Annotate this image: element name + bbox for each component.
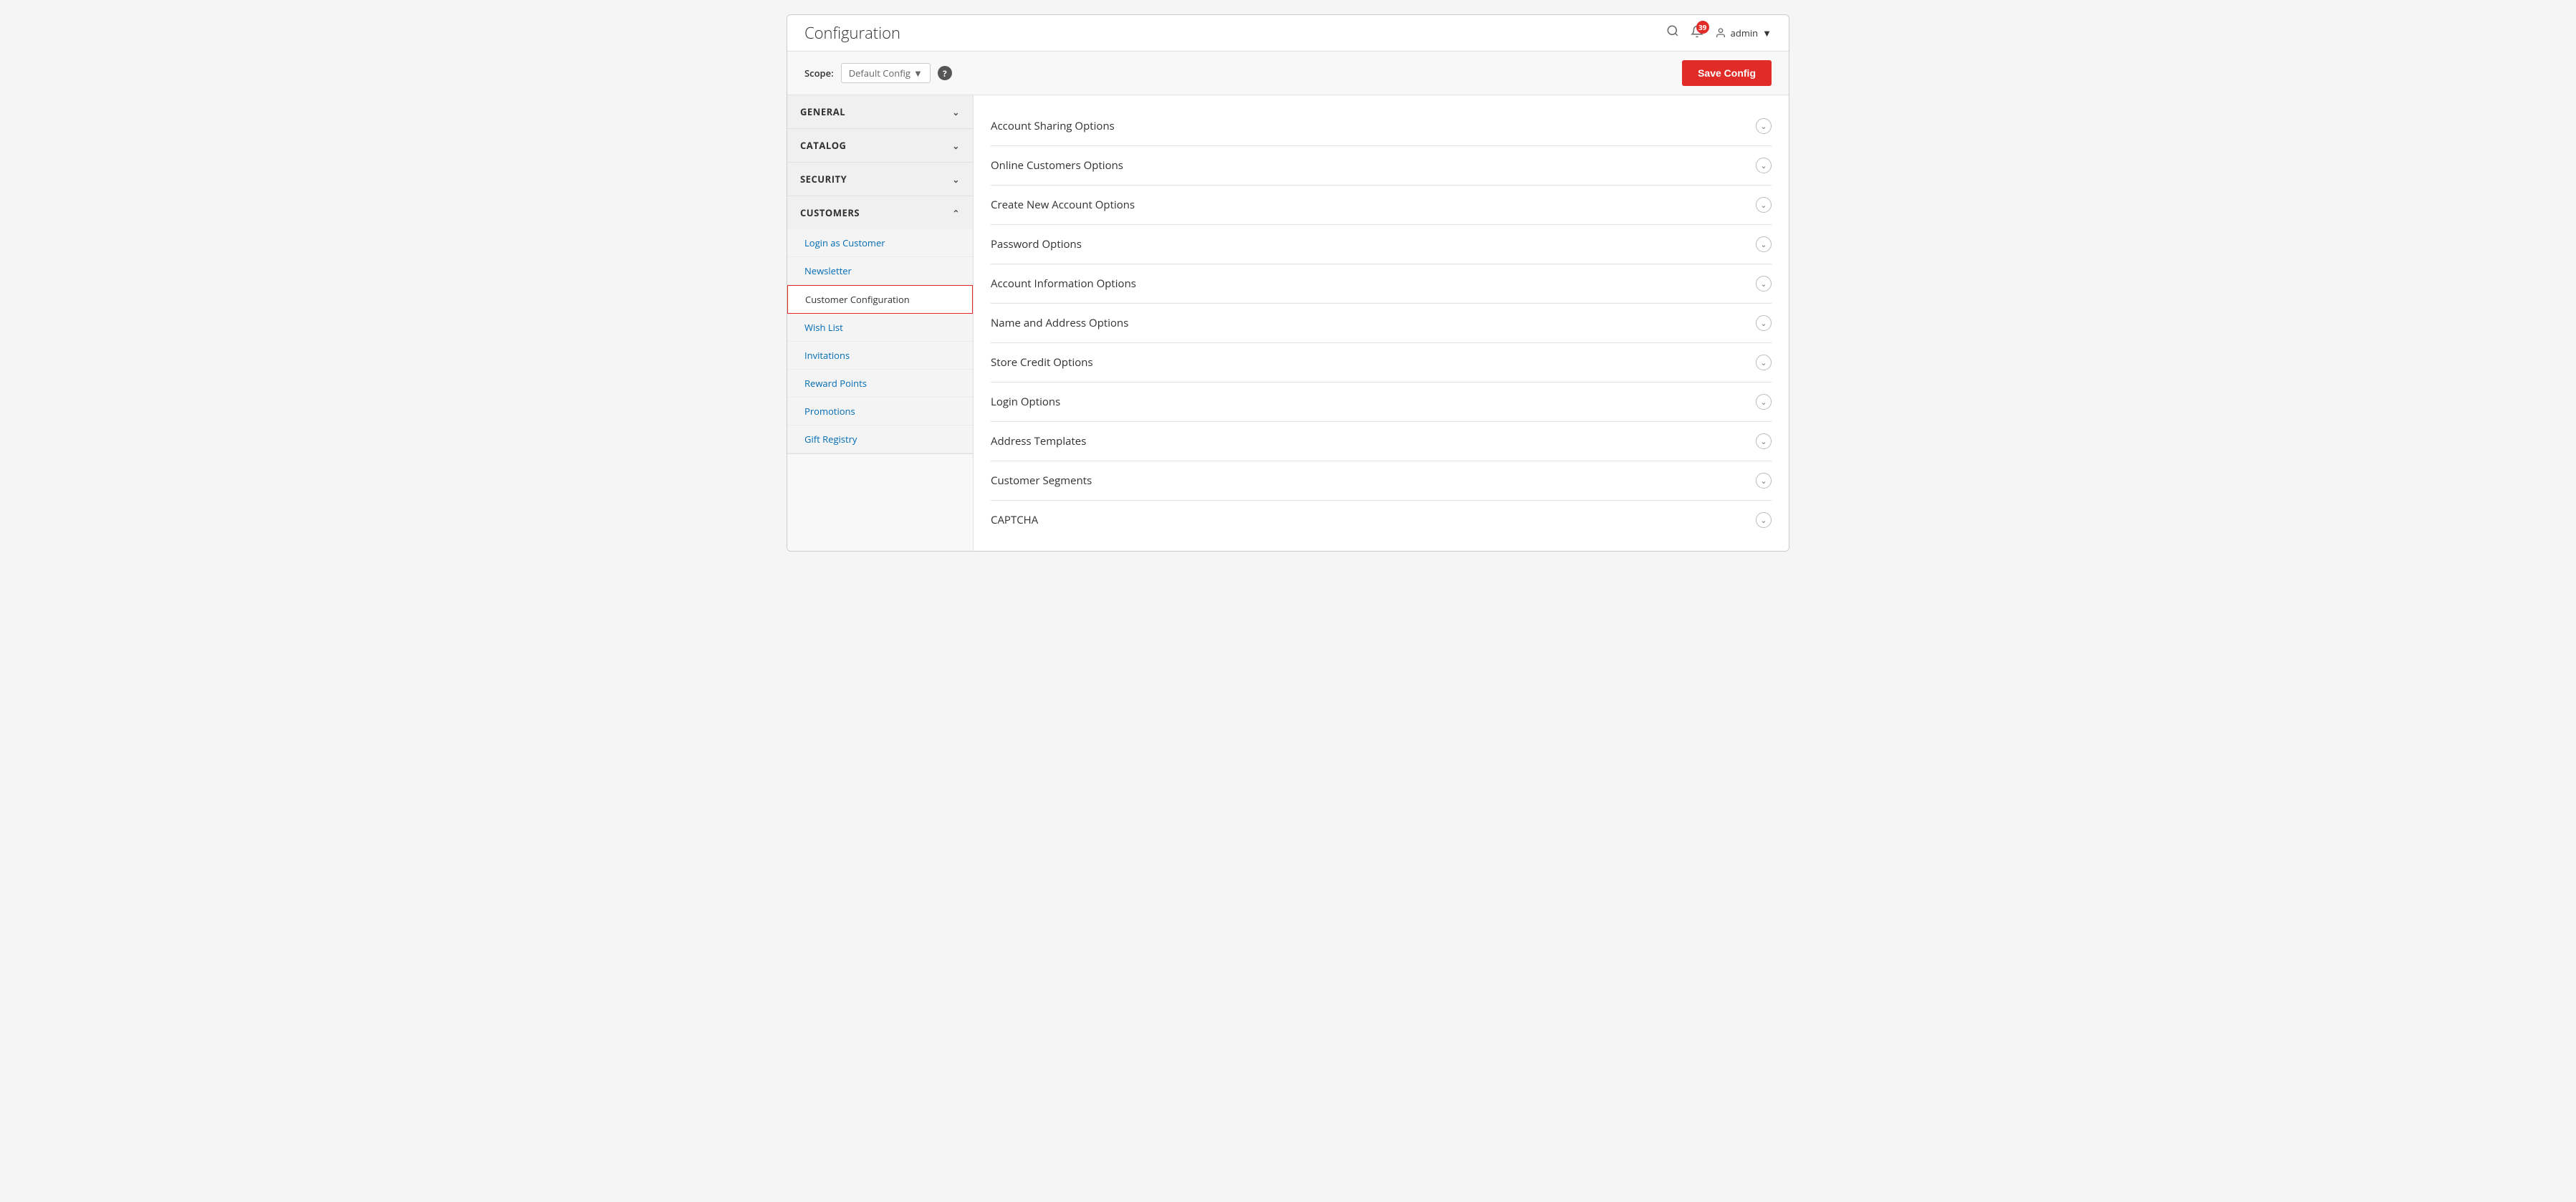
sidebar-item-newsletter[interactable]: Newsletter: [787, 257, 973, 285]
top-bar-actions: 39 admin ▼: [1666, 24, 1772, 42]
config-row-account-sharing[interactable]: Account Sharing Options ⌄: [991, 107, 1772, 146]
sidebar-catalog-label: CATALOG: [800, 139, 847, 152]
sidebar-security-label: SECURITY: [800, 173, 847, 186]
config-title-create-new-account: Create New Account Options: [991, 198, 1135, 212]
config-row-address-templates[interactable]: Address Templates ⌄: [991, 422, 1772, 461]
help-icon[interactable]: ?: [938, 66, 952, 80]
sidebar-item-customer-configuration[interactable]: Customer Configuration: [787, 285, 973, 314]
scope-select[interactable]: Default Config ▼: [841, 63, 931, 83]
sidebar-item-invitations[interactable]: Invitations: [787, 342, 973, 370]
sidebar-item-wish-list[interactable]: Wish List: [787, 314, 973, 342]
sidebar-section-catalog: CATALOG ⌄: [787, 129, 973, 163]
config-row-name-address[interactable]: Name and Address Options ⌄: [991, 304, 1772, 343]
general-chevron-icon: ⌄: [952, 106, 960, 118]
config-row-captcha[interactable]: CAPTCHA ⌄: [991, 501, 1772, 539]
admin-user-menu[interactable]: admin ▼: [1715, 27, 1772, 39]
customers-chevron-icon: ⌃: [952, 207, 960, 219]
sidebar-customers-header[interactable]: CUSTOMERS ⌃: [787, 196, 973, 229]
expand-address-templates-icon[interactable]: ⌄: [1756, 433, 1772, 449]
sidebar-catalog-header[interactable]: CATALOG ⌄: [787, 129, 973, 162]
sidebar-section-general: GENERAL ⌄: [787, 95, 973, 129]
config-row-account-info[interactable]: Account Information Options ⌄: [991, 264, 1772, 304]
config-title-account-info: Account Information Options: [991, 277, 1136, 291]
expand-create-new-account-icon[interactable]: ⌄: [1756, 197, 1772, 213]
config-row-password-options[interactable]: Password Options ⌄: [991, 225, 1772, 264]
sidebar-item-promotions[interactable]: Promotions: [787, 398, 973, 425]
config-title-password-options: Password Options: [991, 237, 1082, 251]
config-title-store-credit: Store Credit Options: [991, 355, 1093, 370]
expand-customer-segments-icon[interactable]: ⌄: [1756, 473, 1772, 489]
config-row-online-customers[interactable]: Online Customers Options ⌄: [991, 146, 1772, 186]
right-content: Account Sharing Options ⌄ Online Custome…: [974, 95, 1789, 551]
admin-username: admin: [1731, 27, 1758, 39]
top-bar: Configuration 39 admin ▼: [787, 15, 1789, 52]
scope-label: Scope:: [804, 67, 834, 80]
scope-left: Scope: Default Config ▼ ?: [804, 63, 952, 83]
config-title-captcha: CAPTCHA: [991, 513, 1038, 527]
expand-account-sharing-icon[interactable]: ⌄: [1756, 118, 1772, 134]
security-chevron-icon: ⌄: [952, 173, 960, 186]
notification-bell[interactable]: 39: [1691, 25, 1703, 42]
main-content: GENERAL ⌄ CATALOG ⌄ SECURITY ⌄: [787, 95, 1789, 551]
sidebar-item-gift-registry[interactable]: Gift Registry: [787, 425, 973, 453]
sidebar-general-header[interactable]: GENERAL ⌄: [787, 95, 973, 128]
scope-dropdown-arrow: ▼: [913, 67, 923, 80]
expand-online-customers-icon[interactable]: ⌄: [1756, 158, 1772, 173]
expand-account-info-icon[interactable]: ⌄: [1756, 276, 1772, 292]
sidebar-section-security: SECURITY ⌄: [787, 163, 973, 196]
config-row-login-options[interactable]: Login Options ⌄: [991, 383, 1772, 422]
sidebar: GENERAL ⌄ CATALOG ⌄ SECURITY ⌄: [787, 95, 974, 551]
sidebar-general-label: GENERAL: [800, 105, 845, 118]
config-title-customer-segments: Customer Segments: [991, 473, 1092, 488]
sidebar-item-reward-points[interactable]: Reward Points: [787, 370, 973, 398]
search-icon[interactable]: [1666, 24, 1679, 42]
expand-store-credit-icon[interactable]: ⌄: [1756, 355, 1772, 370]
expand-password-options-icon[interactable]: ⌄: [1756, 236, 1772, 252]
sidebar-security-header[interactable]: SECURITY ⌄: [787, 163, 973, 196]
config-row-store-credit[interactable]: Store Credit Options ⌄: [991, 343, 1772, 383]
sidebar-item-login-as-customer[interactable]: Login as Customer: [787, 229, 973, 257]
expand-name-address-icon[interactable]: ⌄: [1756, 315, 1772, 331]
config-row-customer-segments[interactable]: Customer Segments ⌄: [991, 461, 1772, 501]
config-title-account-sharing: Account Sharing Options: [991, 119, 1115, 133]
page-title: Configuration: [804, 22, 900, 44]
scope-value: Default Config: [849, 67, 910, 80]
config-title-login-options: Login Options: [991, 395, 1060, 409]
config-title-address-templates: Address Templates: [991, 434, 1086, 448]
scope-bar: Scope: Default Config ▼ ? Save Config: [787, 52, 1789, 95]
admin-dropdown-icon: ▼: [1762, 27, 1772, 39]
notification-count: 39: [1696, 21, 1709, 34]
sidebar-section-customers: CUSTOMERS ⌃ Login as Customer Newsletter…: [787, 196, 973, 454]
config-title-name-address: Name and Address Options: [991, 316, 1128, 330]
sidebar-customers-label: CUSTOMERS: [800, 206, 860, 219]
config-row-create-new-account[interactable]: Create New Account Options ⌄: [991, 186, 1772, 225]
expand-login-options-icon[interactable]: ⌄: [1756, 394, 1772, 410]
config-title-online-customers: Online Customers Options: [991, 158, 1123, 173]
expand-captcha-icon[interactable]: ⌄: [1756, 512, 1772, 528]
catalog-chevron-icon: ⌄: [952, 140, 960, 152]
save-config-button[interactable]: Save Config: [1682, 60, 1772, 86]
customers-subsection: Login as Customer Newsletter Customer Co…: [787, 229, 973, 453]
main-window: Configuration 39 admin ▼ Scope: Default …: [787, 14, 1789, 552]
